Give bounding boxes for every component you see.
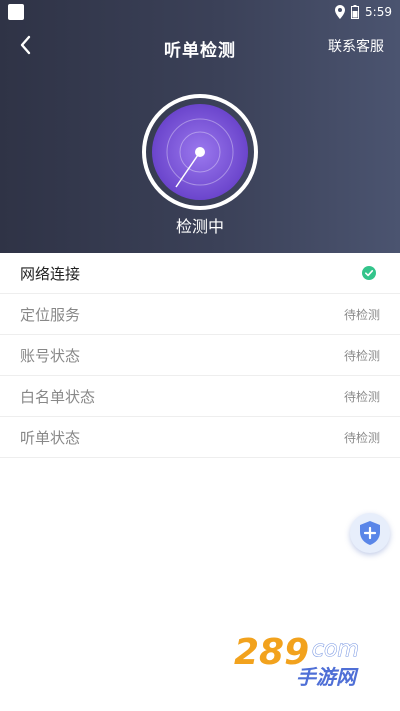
app-notification-icon [8,4,24,20]
check-label: 定位服务 [20,305,81,324]
check-row-account: 账号状态 待检测 [0,335,400,376]
shield-plus-icon [360,521,380,545]
check-circle-icon [362,266,376,280]
status-bar: 5:59 [0,0,400,24]
svg-text:com: com [312,637,359,662]
check-status: 待检测 [343,430,380,445]
scan-status-text: 检测中 [175,217,224,236]
check-list: 网络连接 定位服务 待检测 账号状态 待检测 白名单状态 待检测 听单状态 待检… [0,253,400,458]
check-row-location: 定位服务 待检测 [0,294,400,335]
check-label: 网络连接 [20,264,81,283]
check-row-listening: 听单状态 待检测 [0,417,400,458]
check-label: 听单状态 [20,428,81,447]
check-row-whitelist: 白名单状态 待检测 [0,376,400,417]
navigation-bar: 听单检测 联系客服 [0,24,400,68]
check-row-network: 网络连接 [0,253,400,294]
clock: 5:59 [365,5,392,19]
check-status: 待检测 [343,307,380,322]
check-status: 待检测 [343,389,380,404]
svg-text:手游网: 手游网 [296,665,359,689]
check-label: 账号状态 [20,346,81,365]
shield-action-button[interactable] [350,513,390,553]
battery-icon [351,5,360,19]
location-icon [335,5,346,19]
check-label: 白名单状态 [20,387,96,406]
check-status: 待检测 [343,348,380,363]
contact-service-link[interactable]: 联系客服 [328,36,384,56]
radar-scan-graphic [142,94,258,210]
site-watermark-logo: 289 com 手游网 [233,631,359,689]
